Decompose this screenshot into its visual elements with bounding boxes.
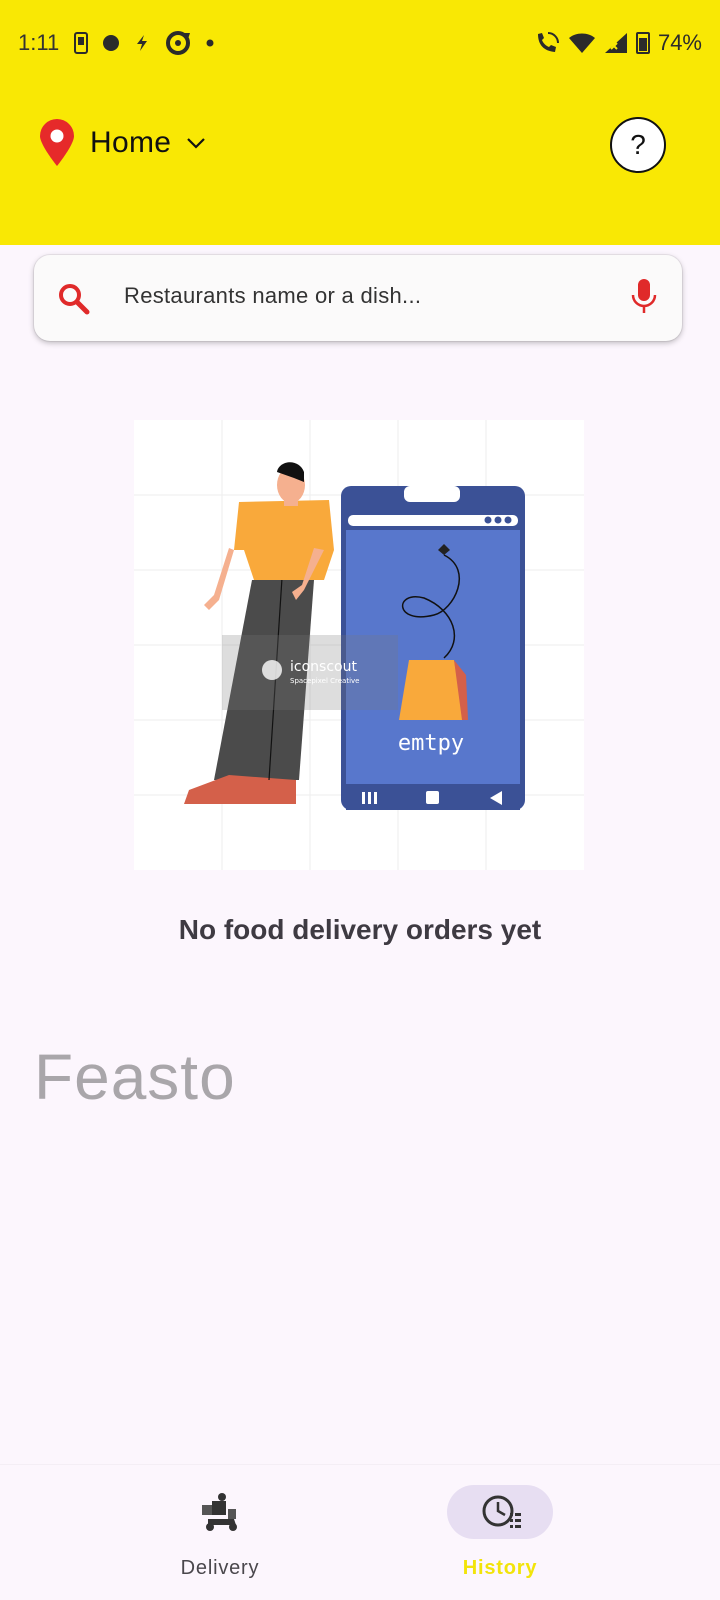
status-bar: 1:11 74% bbox=[0, 22, 720, 62]
location-selector[interactable]: Home bbox=[38, 118, 207, 168]
nav-label-delivery: Delivery bbox=[180, 1557, 260, 1579]
chevron-down-icon bbox=[187, 138, 206, 149]
watermark-brand: iconscout bbox=[290, 659, 357, 675]
refresh-icon bbox=[166, 31, 190, 55]
battery-icon bbox=[635, 32, 650, 54]
empty-state-illustration: emtpy iconscout Spacepixel Creative bbox=[134, 420, 584, 870]
status-time: 1:11 bbox=[18, 30, 60, 55]
search-bar[interactable]: Restaurants name or a dish... bbox=[34, 255, 682, 341]
help-button[interactable]: ? bbox=[610, 117, 666, 173]
phone-icon bbox=[74, 32, 88, 54]
circle-icon bbox=[103, 35, 119, 51]
signal-icon bbox=[604, 33, 627, 53]
system-icons: 74% bbox=[534, 28, 702, 58]
empty-illustration-graphic: emtpy iconscout Spacepixel Creative bbox=[134, 420, 584, 870]
notification-icons bbox=[74, 28, 214, 58]
wifi-icon bbox=[568, 33, 595, 53]
search-icon bbox=[59, 284, 90, 315]
call-wifi-icon bbox=[537, 32, 559, 52]
microphone-icon[interactable] bbox=[630, 277, 658, 317]
nav-item-history[interactable]: History bbox=[380, 1465, 620, 1600]
help-symbol: ? bbox=[630, 129, 646, 160]
empty-state-title: No food delivery orders yet bbox=[178, 914, 542, 945]
location-pin-icon bbox=[40, 119, 74, 166]
brand-logo-text: Feasto bbox=[34, 1041, 236, 1113]
location-label: Home bbox=[90, 126, 172, 159]
nav-item-delivery[interactable]: Delivery bbox=[100, 1465, 340, 1600]
bottom-navigation: Delivery History bbox=[0, 1465, 720, 1600]
phone-empty-text: emtpy bbox=[398, 731, 464, 756]
nav-label-history: History bbox=[462, 1557, 538, 1579]
history-clock-icon bbox=[482, 1495, 521, 1528]
bolt-icon bbox=[137, 35, 147, 51]
search-input[interactable]: Restaurants name or a dish... bbox=[124, 283, 421, 309]
delivery-scooter-icon bbox=[202, 1493, 237, 1531]
app-header: 1:11 74% Home ? bbox=[0, 0, 720, 245]
watermark-sub: Spacepixel Creative bbox=[290, 677, 359, 685]
battery-level: 74% bbox=[657, 30, 702, 55]
dot-icon bbox=[206, 39, 214, 47]
